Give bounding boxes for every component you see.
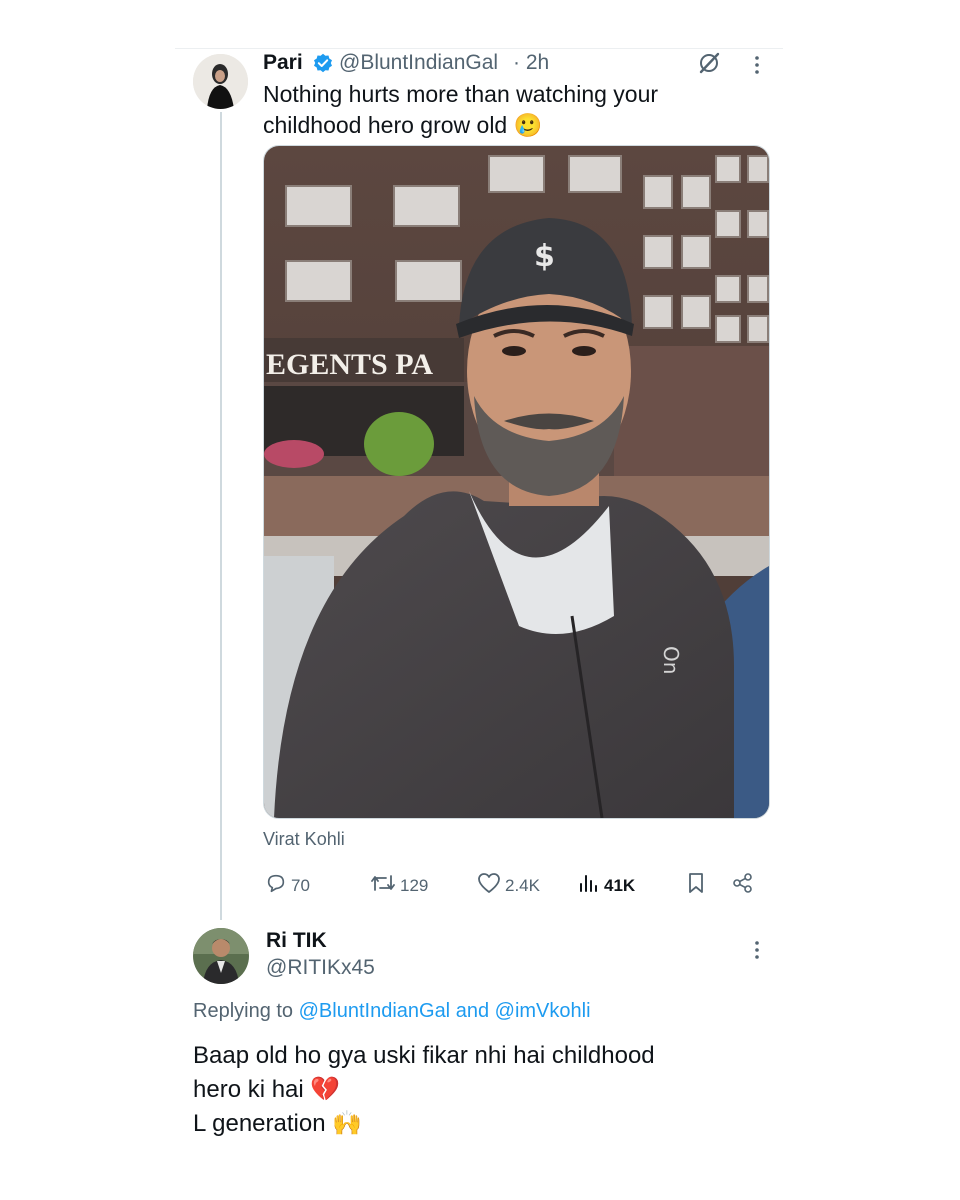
thread-line	[220, 112, 222, 920]
tweet-text-line1: Nothing hurts more than watching your	[263, 81, 659, 107]
replying-prefix: Replying to	[193, 1000, 294, 1022]
views-count: 41K	[604, 875, 636, 895]
reply-icon	[265, 872, 287, 899]
top-divider	[175, 48, 783, 49]
reply-count: 70	[291, 875, 310, 895]
media-tag[interactable]: Virat Kohli	[263, 829, 345, 850]
verified-badge-icon	[313, 53, 333, 78]
reply-text-line3: L generation 🙌	[193, 1110, 363, 1137]
bookmark-icon[interactable]	[686, 872, 706, 899]
tweet-text-line2-wrap: childhood hero grow old 🥲	[263, 110, 763, 141]
grok-icon[interactable]	[697, 51, 721, 80]
ritik-avatar[interactable]	[193, 928, 249, 984]
tweet-author-name[interactable]: Pari	[263, 51, 303, 75]
reply-action[interactable]: 70	[265, 872, 310, 899]
replying-user-2[interactable]: @imVkohli	[495, 1000, 591, 1022]
retweet-count: 129	[400, 875, 429, 895]
views-action[interactable]: 41K	[578, 872, 635, 899]
smiling-tear-emoji: 🥲	[513, 112, 543, 138]
reply-text-line2: hero ki hai 💔	[193, 1076, 341, 1103]
cap-logo-text: $	[534, 239, 555, 274]
views-icon	[578, 872, 600, 899]
reply-text: Baap old ho gya uski fikar nhi hai child…	[193, 1039, 655, 1141]
like-count: 2.4K	[505, 875, 540, 895]
more-icon[interactable]	[754, 55, 760, 80]
tweet-time[interactable]: · 2h	[513, 51, 549, 75]
photo-sign-text: EGENTS PA	[266, 348, 433, 381]
reply-handle[interactable]: @RITIKx45	[266, 956, 375, 980]
reply-author-name[interactable]: Ri TIK	[266, 929, 327, 953]
replying-to: Replying to @BluntIndianGal and @imVkohl…	[193, 1000, 591, 1023]
tweet-text: Nothing hurts more than watching your ch…	[263, 79, 763, 141]
retweet-action[interactable]: 129	[370, 872, 428, 899]
pari-avatar[interactable]	[193, 54, 248, 109]
hoodie-logo-text: On	[659, 646, 683, 674]
like-action[interactable]: 2.4K	[477, 872, 540, 899]
tweet-photo[interactable]: EGENTS PA $ On	[263, 145, 770, 819]
retweet-icon	[370, 872, 396, 899]
like-icon	[477, 872, 501, 899]
tweet-handle[interactable]: @BluntIndianGal	[339, 51, 498, 75]
reply-text-line1: Baap old ho gya uski fikar nhi hai child…	[193, 1042, 655, 1069]
share-icon[interactable]	[732, 872, 754, 899]
tweet-text-line2: childhood hero grow old	[263, 112, 508, 138]
replying-and: and	[455, 1000, 490, 1022]
reply-more-icon[interactable]	[754, 940, 760, 965]
replying-user-1[interactable]: @BluntIndianGal	[299, 1000, 451, 1022]
